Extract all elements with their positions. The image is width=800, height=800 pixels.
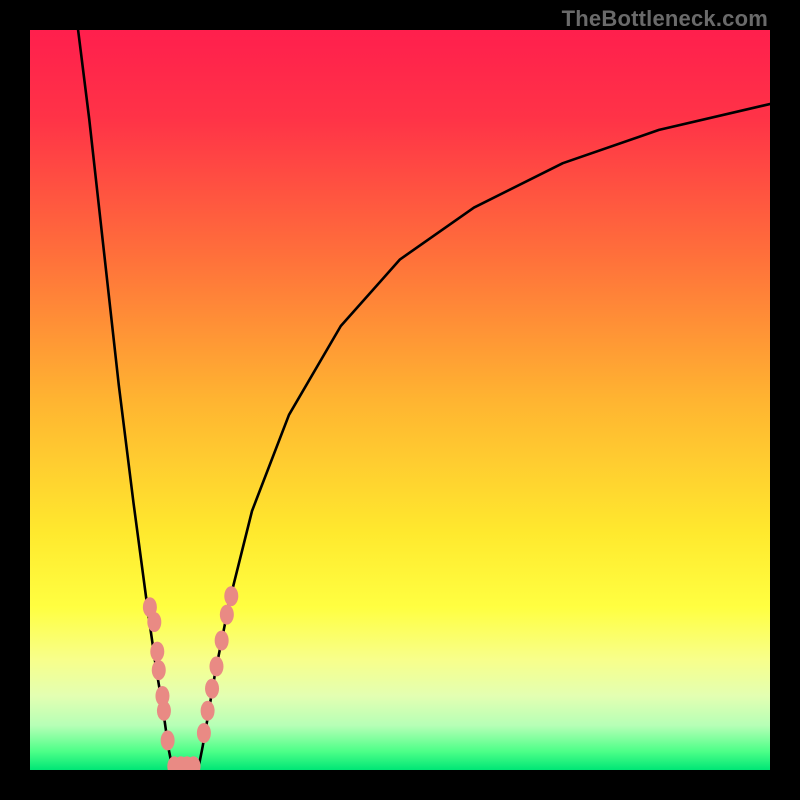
- right-arm-markers-dot: [209, 656, 223, 676]
- right-arm-markers-dot: [197, 723, 211, 743]
- left-arm-markers-dot: [161, 730, 175, 750]
- left-arm-markers-dot: [152, 660, 166, 680]
- left-arm-markers-dot: [150, 642, 164, 662]
- left-arm-markers-dot: [147, 612, 161, 632]
- plot-area: [30, 30, 770, 770]
- left-arm-markers-dot: [157, 701, 171, 721]
- curve-layer: [30, 30, 770, 770]
- marker-dots: [143, 586, 238, 770]
- chart-frame: TheBottleneck.com: [0, 0, 800, 800]
- right-arm-markers-dot: [205, 679, 219, 699]
- bottleneck-curve: [78, 30, 770, 770]
- right-arm-markers-dot: [224, 586, 238, 606]
- series-right-arm: [198, 104, 770, 770]
- right-arm-markers-dot: [215, 631, 229, 651]
- right-arm-markers-dot: [201, 701, 215, 721]
- watermark-text: TheBottleneck.com: [562, 6, 768, 32]
- right-arm-markers-dot: [220, 605, 234, 625]
